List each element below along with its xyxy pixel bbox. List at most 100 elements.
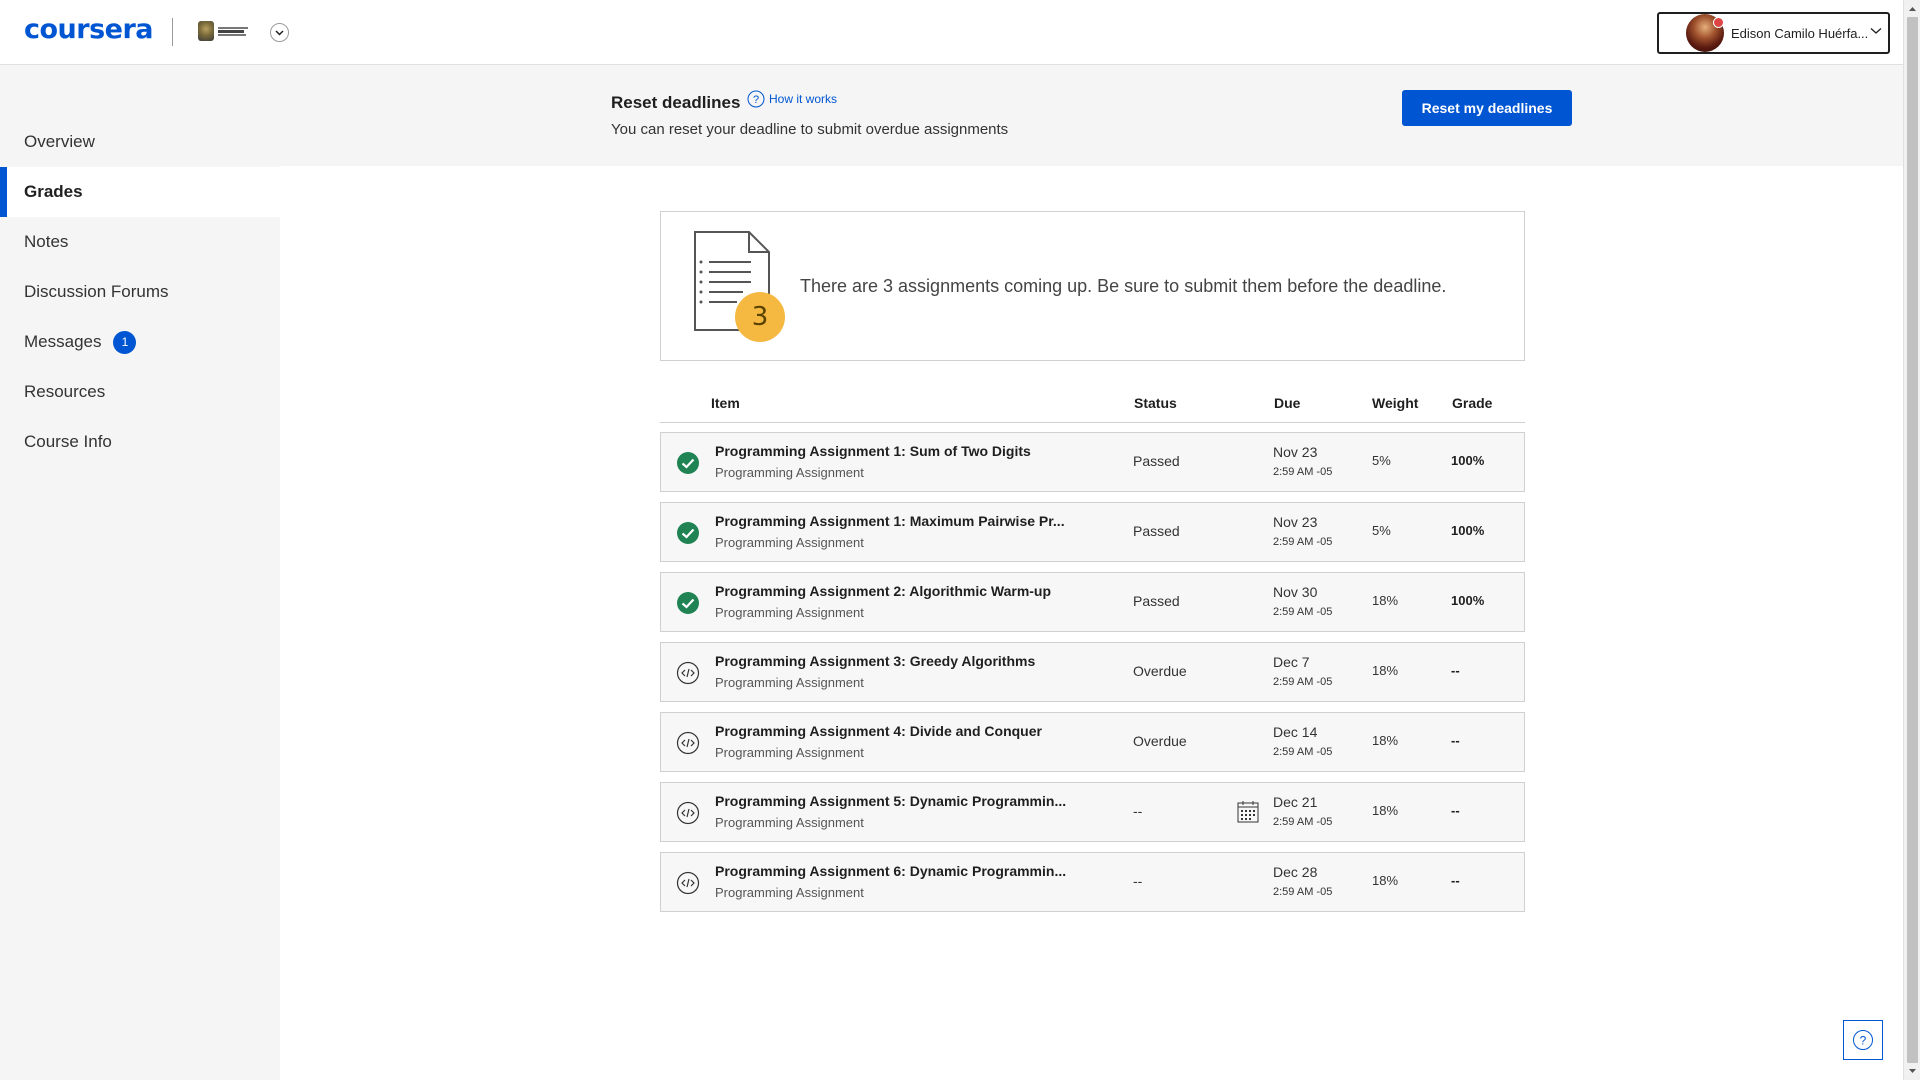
assignment-title-link[interactable]: Programming Assignment 5: Dynamic Progra… [715, 793, 1066, 809]
assignment-grade: 100% [1451, 523, 1485, 538]
assignment-grade: -- [1451, 803, 1460, 818]
banner-description: You can reset your deadline to submit ov… [611, 121, 1009, 138]
assignment-status: Overdue [1133, 733, 1187, 749]
table-row[interactable]: Programming Assignment 6: Dynamic Progra… [660, 852, 1525, 912]
assignment-title-link[interactable]: Programming Assignment 2: Algorithmic Wa… [715, 583, 1051, 599]
due-time: 2:59 AM -05 [1273, 536, 1333, 548]
reset-deadlines-banner: Reset deadlines ? How it works You can r… [280, 65, 1903, 166]
scroll-up-arrow-icon[interactable] [1908, 4, 1917, 14]
assignment-weight: 18% [1372, 873, 1399, 888]
top-header: coursera Edison Camilo Huérfa... [0, 0, 1903, 65]
sidebar-item-grades[interactable]: Grades [0, 167, 280, 217]
due-time: 2:59 AM -05 [1273, 816, 1333, 828]
assignment-weight: 5% [1372, 523, 1391, 538]
avatar [1686, 14, 1724, 52]
assignment-grade: 100% [1451, 453, 1485, 468]
university-logo[interactable] [198, 20, 250, 42]
table-row[interactable]: Programming Assignment 1: Maximum Pairwi… [660, 502, 1525, 562]
course-sidebar: Overview Grades Notes Discussion Forums … [0, 65, 280, 1080]
assignment-type: Programming Assignment [715, 815, 864, 830]
upcoming-message: There are 3 assignments coming up. Be su… [800, 276, 1447, 296]
check-circle-icon [677, 592, 699, 614]
assignment-grade: -- [1451, 873, 1460, 888]
assignment-status: Passed [1133, 453, 1180, 469]
sidebar-item-discussion-forums[interactable]: Discussion Forums [0, 267, 280, 317]
university-crest-icon [198, 21, 214, 41]
sidebar-item-notes[interactable]: Notes [0, 217, 280, 267]
help-circle-icon: ? [747, 90, 765, 108]
sidebar-item-overview[interactable]: Overview [0, 117, 280, 167]
assignment-type: Programming Assignment [715, 745, 864, 760]
code-circle-icon [676, 661, 700, 685]
due-date: Nov 30 [1273, 584, 1318, 600]
assignment-type: Programming Assignment [715, 605, 864, 620]
assignment-title-link[interactable]: Programming Assignment 4: Divide and Con… [715, 723, 1042, 739]
header-item: Item [711, 395, 740, 411]
assignment-grade: -- [1451, 733, 1460, 748]
upcoming-count-badge: 3 [735, 292, 785, 342]
due-date: Nov 23 [1273, 444, 1318, 460]
assignment-weight: 18% [1372, 803, 1399, 818]
assignment-title-link[interactable]: Programming Assignment 1: Sum of Two Dig… [715, 443, 1031, 459]
user-name: Edison Camilo Huérfa... [1731, 25, 1869, 41]
due-time: 2:59 AM -05 [1273, 606, 1333, 618]
help-button[interactable]: ? [1843, 1020, 1883, 1060]
header-weight: Weight [1372, 395, 1419, 411]
svg-text:?: ? [1860, 1034, 1867, 1048]
due-time: 2:59 AM -05 [1273, 886, 1333, 898]
assignment-type: Programming Assignment [715, 675, 864, 690]
scrollbar-thumb[interactable] [1907, 17, 1918, 1063]
code-circle-icon [676, 801, 700, 825]
coursera-logo[interactable]: coursera [24, 14, 154, 45]
assignment-weight: 18% [1372, 593, 1399, 608]
svg-text:?: ? [753, 94, 759, 106]
page-scrollbar[interactable] [1903, 0, 1920, 1080]
assignment-grade: 100% [1451, 593, 1485, 608]
assignment-status: Passed [1133, 523, 1180, 539]
sidebar-item-messages[interactable]: Messages 1 [0, 317, 280, 367]
due-time: 2:59 AM -05 [1273, 466, 1333, 478]
assignment-status: Passed [1133, 593, 1180, 609]
assignment-type: Programming Assignment [715, 535, 864, 550]
table-row[interactable]: Programming Assignment 1: Sum of Two Dig… [660, 432, 1525, 492]
header-status: Status [1134, 395, 1177, 411]
assignment-weight: 18% [1372, 733, 1399, 748]
table-row[interactable]: Programming Assignment 2: Algorithmic Wa… [660, 572, 1525, 632]
reset-deadlines-button[interactable]: Reset my deadlines [1402, 90, 1572, 126]
code-circle-icon [676, 731, 700, 755]
check-circle-icon [677, 452, 699, 474]
scroll-down-arrow-icon[interactable] [1908, 1066, 1917, 1076]
calendar-icon[interactable] [1236, 800, 1260, 824]
upcoming-assignments-notice: 3 There are 3 assignments coming up. Be … [660, 211, 1525, 361]
sidebar-item-resources[interactable]: Resources [0, 367, 280, 417]
assignment-type: Programming Assignment [715, 885, 864, 900]
table-row[interactable]: Programming Assignment 5: Dynamic Progra… [660, 782, 1525, 842]
sidebar-item-course-info[interactable]: Course Info [0, 417, 280, 467]
check-circle-icon [677, 522, 699, 544]
chevron-down-icon [275, 29, 284, 36]
assignment-status: -- [1133, 873, 1143, 889]
assignment-type: Programming Assignment [715, 465, 864, 480]
grades-table-header: Item Status Due Weight Grade [660, 393, 1525, 423]
assignment-weight: 5% [1372, 453, 1391, 468]
due-date: Nov 23 [1273, 514, 1318, 530]
university-dropdown-button[interactable] [270, 23, 289, 42]
how-it-works-link[interactable]: ? How it works [747, 90, 837, 108]
due-time: 2:59 AM -05 [1273, 746, 1333, 758]
assignment-title-link[interactable]: Programming Assignment 1: Maximum Pairwi… [715, 513, 1065, 529]
assignment-grade: -- [1451, 663, 1460, 678]
header-grade: Grade [1452, 395, 1493, 411]
due-date: Dec 21 [1273, 794, 1318, 810]
assignment-status: -- [1133, 803, 1143, 819]
logo-divider [172, 18, 173, 46]
header-due: Due [1274, 395, 1301, 411]
code-circle-icon [676, 871, 700, 895]
table-row[interactable]: Programming Assignment 4: Divide and Con… [660, 712, 1525, 772]
due-date: Dec 7 [1273, 654, 1310, 670]
user-menu-button[interactable]: Edison Camilo Huérfa... [1657, 12, 1890, 54]
assignment-title-link[interactable]: Programming Assignment 3: Greedy Algorit… [715, 653, 1035, 669]
assignment-title-link[interactable]: Programming Assignment 6: Dynamic Progra… [715, 863, 1066, 879]
due-date: Dec 14 [1273, 724, 1318, 740]
due-time: 2:59 AM -05 [1273, 676, 1333, 688]
table-row[interactable]: Programming Assignment 3: Greedy Algorit… [660, 642, 1525, 702]
